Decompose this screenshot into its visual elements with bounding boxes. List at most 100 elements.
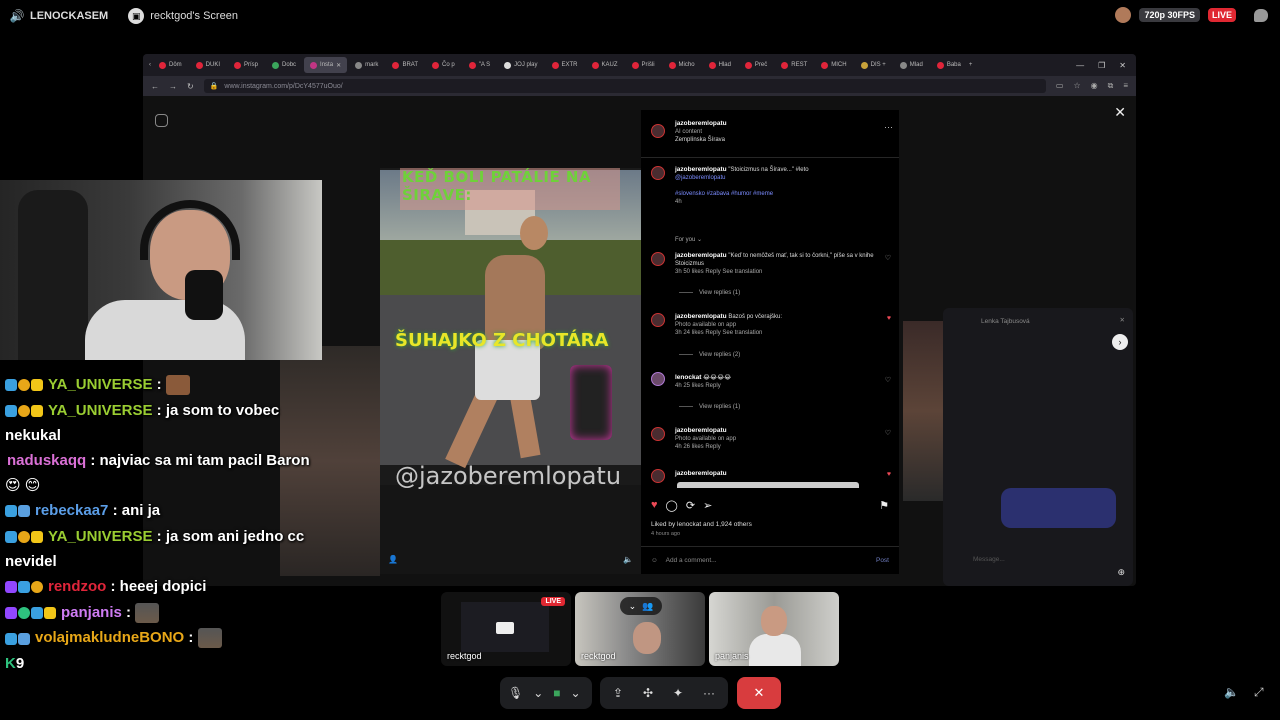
commenter-avatar[interactable]: [651, 372, 665, 386]
emoji-icon[interactable]: ☺: [651, 557, 658, 564]
commenter-avatar[interactable]: [651, 313, 665, 327]
post-header: jazoberemlopatu AI content Zemplínska Ší…: [641, 110, 899, 158]
forward-icon[interactable]: →: [169, 82, 177, 91]
browser-tab[interactable]: mark: [349, 57, 384, 73]
like-comment-icon[interactable]: ♡: [885, 429, 891, 437]
browser-tab[interactable]: DIS +: [855, 57, 892, 73]
browser-tab[interactable]: "A S: [463, 57, 496, 73]
like-comment-icon[interactable]: ♡: [885, 376, 891, 384]
chat-counter: K9: [5, 654, 25, 672]
like-comment-icon[interactable]: ♡: [885, 254, 891, 262]
browser-tab[interactable]: MICH: [815, 57, 852, 73]
browser-tab[interactable]: Baba: [931, 57, 967, 73]
view-replies[interactable]: View replies (2): [679, 352, 740, 358]
zoom-icon[interactable]: ⊕: [1117, 567, 1125, 578]
browser-tab[interactable]: Prísp: [228, 57, 264, 73]
chat-icon[interactable]: [1254, 8, 1268, 22]
add-comment-input[interactable]: Add a comment...: [666, 557, 717, 564]
view-replies[interactable]: View replies (1): [679, 404, 740, 410]
repost-icon[interactable]: ⟳: [686, 499, 695, 512]
browser-tab[interactable]: Dôm: [153, 57, 188, 73]
instagram-icon[interactable]: [155, 114, 168, 127]
participant-tile-camera[interactable]: ⌄ 👥 recktgod: [575, 592, 705, 666]
hashtags[interactable]: #slovensko #zabava #humor #meme: [675, 191, 773, 197]
speaker-icon: 🔊: [9, 9, 25, 23]
participant-tile-camera[interactable]: panjanis: [709, 592, 839, 666]
browser-tab[interactable]: Prišli: [626, 57, 661, 73]
chat-emote: [197, 628, 222, 649]
chat-emote: [135, 602, 160, 623]
browser-tab[interactable]: JOJ play: [498, 57, 543, 73]
reel-video[interactable]: KEĎ BOLI PATÁLIE NA ŠIRAVE: ŠUHAJKO Z CH…: [380, 110, 641, 574]
post-comment-button[interactable]: Post: [876, 557, 889, 564]
browser-tab[interactable]: Čo p: [426, 57, 461, 73]
voice-message[interactable]: [1001, 488, 1116, 528]
next-post-icon[interactable]: ›: [1112, 334, 1128, 350]
viewer-avatar[interactable]: [1115, 7, 1132, 23]
author-avatar[interactable]: [651, 124, 665, 138]
minimize-icon[interactable]: —: [1076, 61, 1084, 70]
camera-icon[interactable]: ■: [553, 686, 560, 700]
save-icon[interactable]: ⚑: [879, 499, 889, 512]
share-screen-icon[interactable]: ⇪: [613, 686, 623, 700]
soundboard-icon[interactable]: ✦: [673, 686, 683, 700]
post-author[interactable]: jazoberemlopatu: [675, 120, 727, 128]
comment-icon[interactable]: ◯: [666, 499, 678, 512]
new-tab-icon[interactable]: +: [969, 62, 973, 68]
mic-options-chevron-icon[interactable]: ⌄: [533, 686, 543, 700]
reader-icon[interactable]: ▭: [1056, 81, 1064, 91]
browser-tab[interactable]: Hlad: [703, 57, 737, 73]
add-friend-icon[interactable]: 👥: [642, 601, 653, 612]
volume-icon[interactable]: 🔈: [1224, 685, 1239, 699]
liked-comment-icon[interactable]: ♥: [887, 471, 891, 478]
chat-message: YA_UNIVERSE :: [5, 372, 320, 398]
browser-tab-active[interactable]: Insta ✕: [304, 57, 348, 73]
activities-icon[interactable]: ✣: [643, 686, 653, 700]
close-post-icon[interactable]: ✕: [1114, 104, 1126, 121]
browser-tab[interactable]: BRAT: [386, 57, 424, 73]
menu-icon[interactable]: ≡: [1123, 81, 1128, 91]
fullscreen-icon[interactable]: ⤢: [1254, 685, 1264, 700]
view-replies[interactable]: View replies (1): [679, 290, 740, 296]
back-icon[interactable]: ←: [151, 82, 159, 91]
browser-tab[interactable]: EXTR: [546, 57, 584, 73]
browser-tab[interactable]: Preč: [739, 57, 773, 73]
more-icon[interactable]: ···: [703, 686, 715, 700]
participant-tile-screen[interactable]: LIVE recktgod: [441, 592, 571, 666]
window-close-icon[interactable]: ✕: [1119, 61, 1126, 70]
reload-icon[interactable]: ↻: [187, 82, 194, 91]
post-location[interactable]: Zemplínska Šírava: [675, 136, 727, 144]
mute-icon[interactable]: 🔈: [623, 555, 633, 564]
browser-tab[interactable]: DUKI: [190, 57, 226, 73]
disconnect-button[interactable]: ✕: [737, 677, 781, 709]
commenter-avatar[interactable]: [651, 469, 665, 483]
chevron-down-icon[interactable]: ⌄: [629, 601, 637, 612]
tab-nav-left-icon[interactable]: ‹: [149, 62, 151, 68]
dm-close-icon[interactable]: ✕: [1120, 316, 1125, 324]
browser-tab[interactable]: Dobc: [266, 57, 302, 73]
like-post-icon[interactable]: ♥: [651, 499, 658, 511]
browser-tab[interactable]: Micho: [663, 57, 701, 73]
bookmark-star-icon[interactable]: ☆: [1073, 81, 1080, 91]
account-icon[interactable]: ◉: [1091, 81, 1098, 91]
browser-tab[interactable]: KAUZ: [586, 57, 624, 73]
maximize-icon[interactable]: ❐: [1098, 61, 1105, 70]
extensions-icon[interactable]: ⧉: [1108, 81, 1114, 91]
tile-options[interactable]: ⌄ 👥: [620, 597, 662, 615]
liked-comment-icon[interactable]: ♥: [887, 315, 891, 322]
browser-tab[interactable]: REST: [775, 57, 813, 73]
camera-options-chevron-icon[interactable]: ⌄: [571, 686, 581, 700]
microphone-icon[interactable]: 🎙: [508, 686, 523, 700]
commenter-avatar[interactable]: [651, 427, 665, 441]
share-icon[interactable]: ➢: [703, 499, 712, 512]
tab-close-icon[interactable]: ✕: [336, 62, 341, 69]
commenter-avatar[interactable]: [651, 252, 665, 266]
liked-by[interactable]: Liked by lenockat and 1,924 others: [651, 521, 752, 528]
address-bar[interactable]: 🔒 www.instagram.com/p/DcY4577uOuo/: [203, 79, 1046, 93]
for-you-dropdown[interactable]: For you ⌄: [675, 236, 702, 243]
tagged-users-icon[interactable]: 👤: [388, 555, 398, 564]
audio-video-controls: 🎙 ⌄ ■ ⌄: [500, 677, 592, 709]
browser-tab[interactable]: Mlad: [894, 57, 929, 73]
more-options-icon[interactable]: ···: [884, 122, 893, 132]
dm-message-input[interactable]: Message...: [973, 556, 1005, 563]
